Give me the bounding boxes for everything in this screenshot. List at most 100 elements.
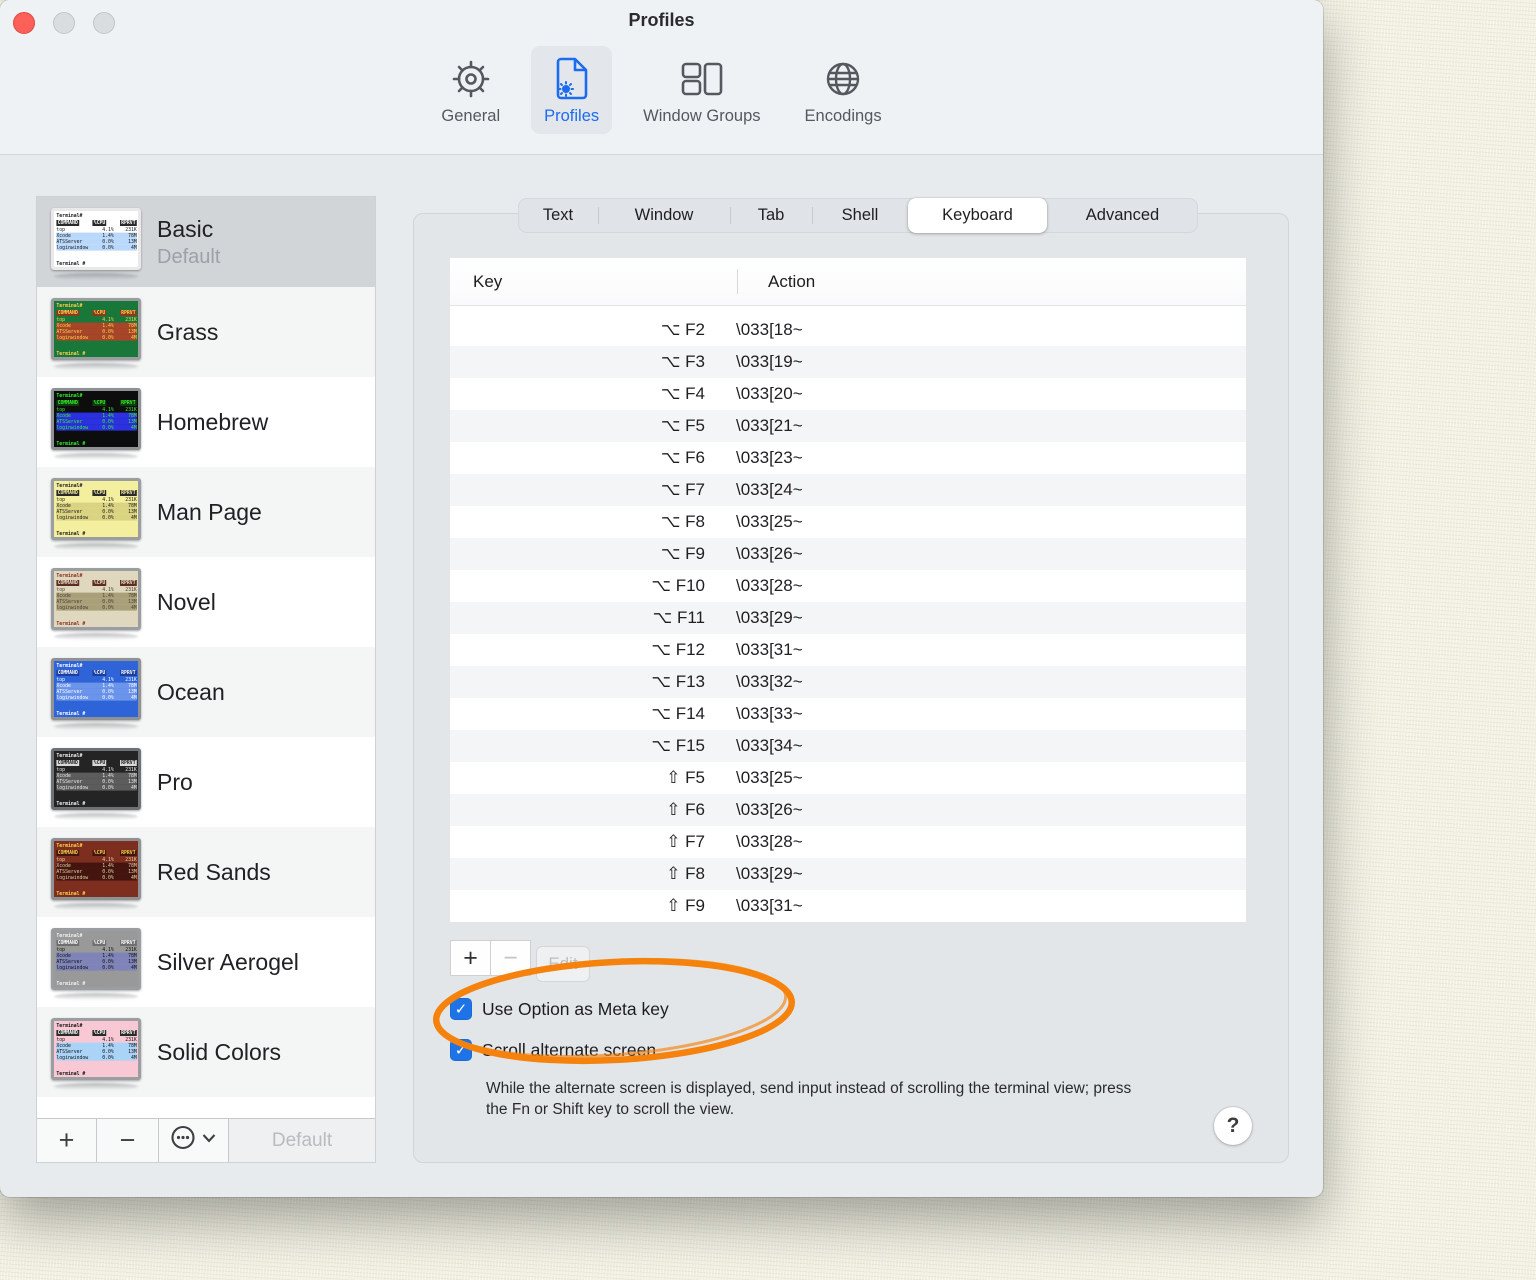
toolbar-item-profiles[interactable]: Profiles xyxy=(531,46,613,134)
checkbox-label: Use Option as Meta key xyxy=(482,998,669,1019)
edit-binding-button: Edit xyxy=(536,946,590,982)
key-binding-row[interactable]: ⇧ F8 \033[29~ xyxy=(450,858,1246,890)
key-cell: ⇧ F6 xyxy=(666,800,705,819)
action-cell: \033[32~ xyxy=(736,672,803,691)
profile-name: Homebrew xyxy=(157,408,269,435)
action-cell: \033[28~ xyxy=(736,576,803,595)
key-binding-row[interactable]: ⇧ F5 \033[25~ xyxy=(450,762,1246,794)
thumbnail-reflection xyxy=(54,453,138,460)
key-cell: ⌥ F2 xyxy=(660,320,705,339)
profile-list-item[interactable]: Terminal# COMMAND %CPU RPRVT top 4.1% 231K Xc… xyxy=(37,197,375,287)
profile-list-item[interactable]: Terminal# COMMAND %CPU RPRVT top 4.1% 231K Xc… xyxy=(37,557,375,647)
globe-icon xyxy=(822,56,864,102)
checkmark-icon[interactable]: ✓ xyxy=(450,1039,472,1061)
profile-list-item[interactable]: Terminal# COMMAND %CPU RPRVT top 4.1% 231K Xc… xyxy=(37,647,375,737)
mini-terminal-column-chip: COMMAND xyxy=(56,400,80,406)
profile-list-item[interactable]: Terminal# COMMAND %CPU RPRVT top 4.1% 231K Xc… xyxy=(37,467,375,557)
key-binding-row[interactable]: ⇧ F6 \033[26~ xyxy=(450,794,1246,826)
profile-list-item[interactable]: Terminal# COMMAND %CPU RPRVT top 4.1% 231K Xc… xyxy=(37,1007,375,1097)
tab-keyboard[interactable]: Keyboard xyxy=(908,198,1047,233)
tab-window[interactable]: Window xyxy=(598,198,730,233)
profile-list-item[interactable]: Terminal# COMMAND %CPU RPRVT top 4.1% 231K Xc… xyxy=(37,287,375,377)
key-binding-row[interactable]: ⌥ F12 \033[31~ xyxy=(450,634,1246,666)
terminal-preview-icon: Terminal# COMMAND %CPU RPRVT top 4.1% 231K Xc… xyxy=(51,748,141,810)
terminal-preview-icon: Terminal# COMMAND %CPU RPRVT top 4.1% 231K Xc… xyxy=(51,208,141,270)
profile-list-item[interactable]: Terminal# COMMAND %CPU RPRVT top 4.1% 231K Xc… xyxy=(37,737,375,827)
tab-text[interactable]: Text xyxy=(518,198,598,233)
mini-terminal-column-chip: RPRVT xyxy=(119,850,137,856)
key-binding-row[interactable]: ⌥ F11 \033[29~ xyxy=(450,602,1246,634)
profile-default-badge: Default xyxy=(157,245,221,268)
key-binding-row[interactable]: ⌥ F4 \033[20~ xyxy=(450,378,1246,410)
action-column-header: Action xyxy=(768,271,816,291)
profile-meta: Silver Aerogel xyxy=(157,949,299,976)
checkbox-scroll-alternate-screen[interactable]: ✓ Scroll alternate screen xyxy=(450,1038,656,1062)
help-button[interactable]: ? xyxy=(1214,1107,1252,1145)
profile-list-item[interactable]: Terminal# COMMAND %CPU RPRVT top 4.1% 231K Xc… xyxy=(37,827,375,917)
key-cell: ⇧ F9 xyxy=(666,896,705,915)
thumbnail-reflection xyxy=(54,813,138,820)
add-binding-button[interactable]: + xyxy=(450,940,491,976)
key-binding-row[interactable]: ⇧ F9 \033[31~ xyxy=(450,890,1246,922)
window-groups-icon xyxy=(680,56,724,102)
remove-profile-button[interactable]: − xyxy=(97,1119,159,1162)
action-cell: \033[19~ xyxy=(736,352,803,371)
key-cell: ⌥ F5 xyxy=(660,416,705,435)
mini-terminal-column-chip: COMMAND xyxy=(56,760,80,766)
mini-terminal-row: loginwindow 0.0% 4M xyxy=(56,604,137,611)
mini-terminal-prompt: Terminal # xyxy=(56,800,86,807)
key-binding-row[interactable]: ⌥ F3 \033[19~ xyxy=(450,346,1246,378)
mini-terminal-row: loginwindow 0.0% 4M xyxy=(56,1054,137,1061)
toolbar-item-general[interactable]: General xyxy=(428,46,513,134)
more-options-button[interactable] xyxy=(159,1119,229,1162)
key-column-header: Key xyxy=(473,271,503,291)
mini-terminal-header: COMMAND %CPU RPRVT xyxy=(56,310,137,316)
window-title: Profiles xyxy=(628,10,695,30)
toolbar-item-encodings[interactable]: Encodings xyxy=(792,46,895,134)
mini-terminal-title: Terminal# xyxy=(56,482,83,489)
action-cell: \033[29~ xyxy=(736,608,803,627)
checkbox-use-option-as-meta[interactable]: ✓ Use Option as Meta key xyxy=(450,997,669,1021)
mini-terminal-header: COMMAND %CPU RPRVT xyxy=(56,670,137,676)
key-binding-row[interactable]: ⌥ F2 \033[18~ xyxy=(450,314,1246,346)
mini-terminal-column-chip: RPRVT xyxy=(119,580,137,586)
profile-name: Man Page xyxy=(157,498,262,525)
key-binding-row[interactable]: ⌥ F7 \033[24~ xyxy=(450,474,1246,506)
mini-terminal-row: loginwindow 0.0% 4M xyxy=(56,694,137,701)
tab-shell[interactable]: Shell xyxy=(812,198,908,233)
profile-meta: Man Page xyxy=(157,499,262,526)
profile-sidebar: Terminal# COMMAND %CPU RPRVT top 4.1% 231K Xc… xyxy=(36,196,376,1163)
key-table-rows: ⌥ F2 \033[18~ ⌥ F3 \033[19~ ⌥ F4 \033[20… xyxy=(450,314,1246,922)
profile-list-item[interactable]: Terminal# COMMAND %CPU RPRVT top 4.1% 231K Xc… xyxy=(37,377,375,467)
add-profile-button[interactable]: + xyxy=(37,1119,97,1162)
profile-thumbnail: Terminal# COMMAND %CPU RPRVT top 4.1% 231K Xc… xyxy=(51,388,143,460)
key-binding-row[interactable]: ⇧ F7 \033[28~ xyxy=(450,826,1246,858)
mini-terminal-column-chip: COMMAND xyxy=(56,850,80,856)
key-binding-row[interactable]: ⌥ F10 \033[28~ xyxy=(450,570,1246,602)
toolbar-item-window-groups[interactable]: Window Groups xyxy=(630,46,773,134)
checkmark-icon[interactable]: ✓ xyxy=(450,998,472,1020)
profile-list-item[interactable]: Terminal# COMMAND %CPU RPRVT top 4.1% 231K Xc… xyxy=(37,917,375,1007)
action-cell: \033[20~ xyxy=(736,384,803,403)
mini-terminal-rows: top 4.1% 231K Xcode 1.4% 78M ATSServer 0.0% 13M l… xyxy=(56,947,137,971)
key-binding-row[interactable]: ⌥ F6 \033[23~ xyxy=(450,442,1246,474)
tab-tab[interactable]: Tab xyxy=(730,198,812,233)
key-binding-row[interactable]: ⌥ F8 \033[25~ xyxy=(450,506,1246,538)
key-cell: ⌥ F7 xyxy=(660,480,705,499)
key-binding-row[interactable]: ⌥ F13 \033[32~ xyxy=(450,666,1246,698)
key-binding-row[interactable]: ⌥ F14 \033[33~ xyxy=(450,698,1246,730)
profile-thumbnail: Terminal# COMMAND %CPU RPRVT top 4.1% 231K Xc… xyxy=(51,748,143,820)
tab-advanced[interactable]: Advanced xyxy=(1047,198,1198,233)
profile-name: Grass xyxy=(157,318,219,345)
profile-thumbnail: Terminal# COMMAND %CPU RPRVT top 4.1% 231K Xc… xyxy=(51,298,143,370)
key-binding-row[interactable]: ⌥ F9 \033[26~ xyxy=(450,538,1246,570)
mini-terminal-title: Terminal# xyxy=(56,392,83,399)
set-default-button: Default xyxy=(229,1119,375,1162)
mini-terminal-header: COMMAND %CPU RPRVT xyxy=(56,220,137,226)
key-binding-row[interactable]: ⌥ F15 \033[34~ xyxy=(450,730,1246,762)
mini-terminal-prompt: Terminal # xyxy=(56,1070,86,1077)
key-binding-row[interactable]: ⌥ F5 \033[21~ xyxy=(450,410,1246,442)
mini-terminal-row: loginwindow 0.0% 4M xyxy=(56,424,137,431)
mini-terminal-column-chip: %CPU xyxy=(92,670,107,676)
key-bindings-table: Key Action ⌥ F2 \033[18~ ⌥ F3 \033[19~ ⌥… xyxy=(450,258,1246,922)
